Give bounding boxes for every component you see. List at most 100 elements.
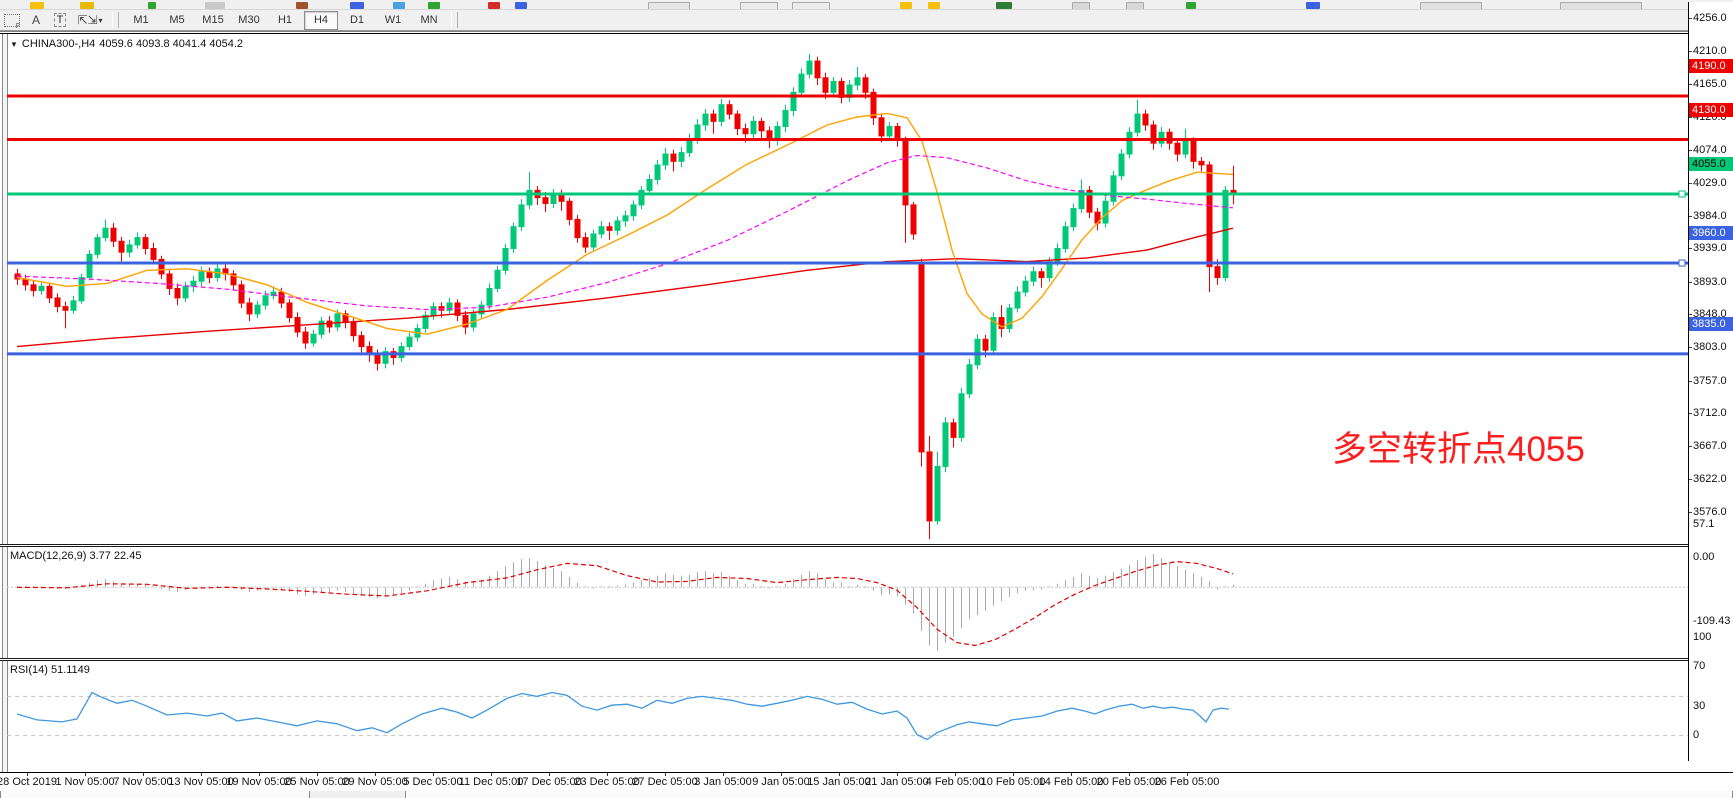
cut-tab [0, 790, 310, 798]
date-tick-label: 21 Jan 05:00 [865, 776, 929, 788]
cut-toolbar-icon [648, 2, 690, 10]
cut-toolbar-icon [350, 2, 364, 9]
tf-button-m5[interactable]: M5 [160, 11, 194, 30]
price-tick-mark [1689, 381, 1692, 382]
macd-tick-label: 57.1 [1693, 518, 1714, 530]
rsi-tick-label: 70 [1693, 660, 1705, 672]
panel-separator[interactable] [0, 658, 1733, 661]
price-tick-mark [1689, 314, 1692, 315]
price-tick-label: 3667.0 [1693, 440, 1727, 452]
price-tick-mark [1689, 183, 1692, 184]
tf-button-h4[interactable]: H4 [304, 11, 338, 30]
date-tick-label: 14 Feb 05:00 [1039, 776, 1104, 788]
macd-tick-label: -109.43 [1693, 615, 1730, 627]
macd-indicator-label: MACD(12,26,9) 3.77 22.45 [10, 550, 141, 562]
cut-toolbar-icon [1420, 2, 1482, 10]
tf-button-h1[interactable]: H1 [268, 11, 302, 30]
cut-toolbar-icon [515, 2, 527, 9]
price-tick-label: 3803.0 [1693, 341, 1727, 353]
cut-toolbar-icon [428, 2, 440, 9]
price-tick-mark [1689, 51, 1692, 52]
rsi-line [17, 693, 1229, 740]
cut-toolbar-icon [1126, 2, 1144, 10]
price-tick-mark [1689, 282, 1692, 283]
date-tick-label: 26 Feb 05:00 [1155, 776, 1220, 788]
chart-window: ▼ CHINA300-,H4 4059.6 4093.8 4041.4 4054… [0, 31, 1733, 792]
date-tick-label: 19 Nov 05:00 [226, 776, 291, 788]
arrows-glyph: ⇱⇲ [77, 13, 97, 27]
moving-averages-layer [17, 113, 1233, 346]
chevron-down-icon[interactable]: ▾ [99, 16, 103, 25]
chart-dropdown-icon[interactable]: ▼ [10, 40, 18, 49]
tf-button-mn[interactable]: MN [412, 11, 446, 30]
price-tick-label: 3984.0 [1693, 210, 1727, 222]
cut-toolbar-icon [30, 2, 44, 9]
date-tick-label: 23 Dec 05:00 [574, 776, 639, 788]
date-tick-label: 27 Dec 05:00 [632, 776, 697, 788]
hline-handle[interactable] [1679, 260, 1685, 266]
chart-toolbar: A T ⇱⇲ ▾ M1 M5 M15 M30 H1 H4 D1 W1 MN [0, 10, 1733, 31]
date-tick-label: 17 Dec 05:00 [516, 776, 581, 788]
price-badge-4190: 4190.0 [1689, 59, 1733, 73]
price-badge-3835: 3835.0 [1689, 317, 1733, 331]
tf-button-m30[interactable]: M30 [232, 11, 266, 30]
cut-toolbar-icon [792, 2, 830, 10]
arrow-objects-icon[interactable]: ⇱⇲ ▾ [73, 12, 107, 29]
tf-button-d1[interactable]: D1 [340, 11, 374, 30]
cut-toolbar-icon [205, 2, 225, 9]
price-tick-label: 3576.0 [1693, 506, 1727, 518]
rsi-tick-label: 0 [1693, 729, 1699, 741]
toolbar-separator [451, 12, 458, 28]
price-tick-mark [1689, 479, 1692, 480]
text-label-icon[interactable]: A [25, 12, 47, 29]
price-tick-label: 4074.0 [1693, 144, 1727, 156]
rsi-tick-label: 100 [1693, 631, 1711, 643]
date-tick-label: 28 Oct 2019 [0, 776, 57, 788]
price-tick-mark [1689, 446, 1692, 447]
tf-button-m1[interactable]: M1 [124, 11, 158, 30]
price-tick-mark [1689, 216, 1692, 217]
cut-toolbar-icon [1306, 2, 1320, 9]
mt4-terminal: { "toolbar": { "tools": { "text_a": "A",… [0, 0, 1733, 798]
macd-signal-line [17, 562, 1233, 646]
date-tick-label: 5 Dec 05:00 [403, 776, 462, 788]
cut-toolbar-icon [393, 2, 405, 9]
price-tick-mark [1689, 117, 1692, 118]
macd-panel[interactable] [7, 546, 1688, 658]
date-tick-label: 4 Feb 05:00 [926, 776, 985, 788]
date-tick-label: 25 Nov 05:00 [284, 776, 349, 788]
date-axis[interactable]: 28 Oct 20191 Nov 05:007 Nov 05:0013 Nov … [0, 772, 1733, 791]
cut-toolbar-icon [1560, 2, 1642, 10]
chart-ohlc-values: 4059.6 4093.8 4041.4 4054.2 [99, 38, 243, 50]
tf-button-m15[interactable]: M15 [196, 11, 230, 30]
price-tick-mark [1689, 18, 1692, 19]
panel-separator[interactable] [0, 544, 1733, 547]
chart-symbol-label: CHINA300-,H4 [22, 38, 95, 50]
rsi-indicator-label: RSI(14) 51.1149 [10, 664, 90, 676]
crosshair-grid-icon[interactable] [1, 12, 23, 29]
date-tick-label: 13 Nov 05:00 [168, 776, 233, 788]
price-tick-label: 3939.0 [1693, 242, 1727, 254]
text-box-icon[interactable]: T [49, 12, 71, 29]
cut-main-toolbar [0, 0, 1733, 10]
price-tick-label: 3712.0 [1693, 407, 1727, 419]
date-tick-label: 1 Nov 05:00 [55, 776, 114, 788]
chart-annotation-text[interactable]: 多空转折点4055 [1332, 421, 1585, 472]
chart-symbol-header[interactable]: ▼ CHINA300-,H4 4059.6 4093.8 4041.4 4054… [10, 38, 243, 50]
tf-button-w1[interactable]: W1 [376, 11, 410, 30]
price-tick-label: 4165.0 [1693, 78, 1727, 90]
price-axis[interactable]: 4256.04210.04165.04120.04074.04029.03984… [1689, 2, 1733, 759]
price-tick-label: 3622.0 [1693, 473, 1727, 485]
horizontal-lines-layer[interactable] [7, 96, 1688, 354]
candles-layer [15, 54, 1236, 539]
price-tick-mark [1689, 347, 1692, 348]
macd-tick-label: 0.00 [1693, 551, 1714, 563]
price-tick-mark [1689, 84, 1692, 85]
cut-toolbar-icon [928, 2, 940, 9]
toolbar-separator [112, 12, 119, 28]
cut-toolbar-icon [488, 2, 500, 9]
cut-toolbar-icon [148, 2, 156, 9]
price-tick-label: 3757.0 [1693, 375, 1727, 387]
rsi-panel[interactable] [7, 660, 1688, 773]
hline-handle[interactable] [1679, 191, 1685, 197]
